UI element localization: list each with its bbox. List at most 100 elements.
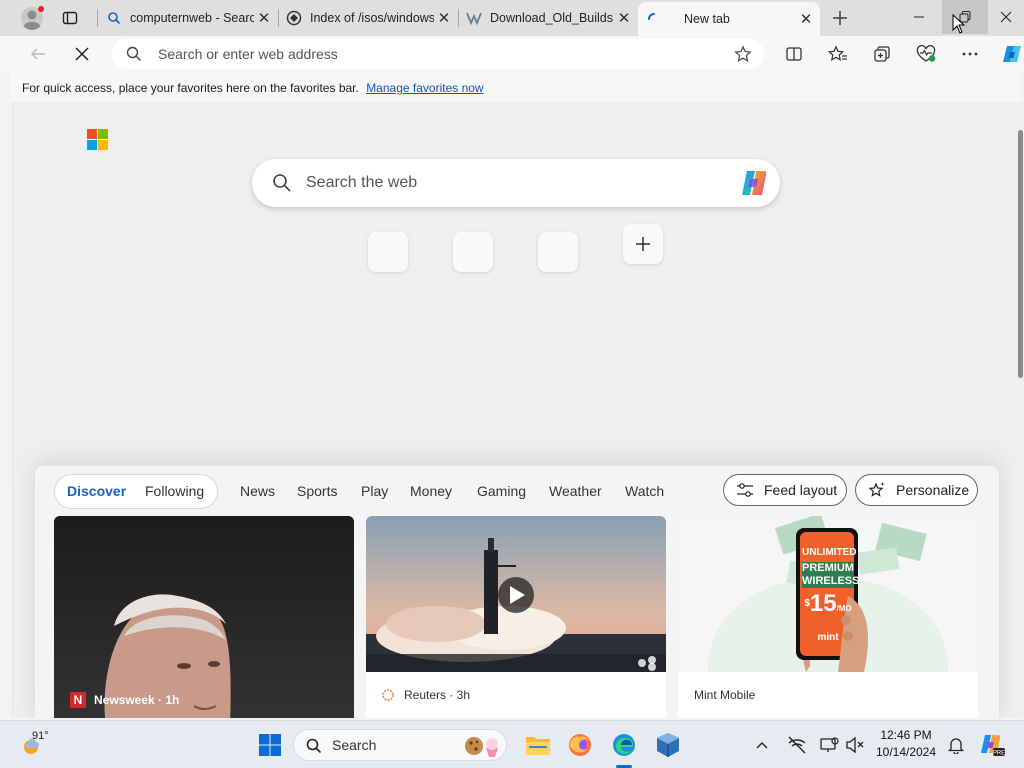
web-search-input[interactable] [306, 159, 726, 207]
profile-avatar-icon[interactable] [18, 4, 46, 32]
collections-icon[interactable] [868, 40, 896, 68]
stop-loading-icon[interactable] [68, 40, 96, 68]
feed-layout-button[interactable]: Feed layout [723, 474, 847, 506]
feed-tab-news[interactable]: News [240, 466, 275, 516]
search-icon [126, 46, 142, 62]
news-card-source: N Newsweek · 1h [70, 692, 179, 708]
add-favorite-star-icon[interactable] [734, 45, 752, 63]
news-card-image [54, 516, 354, 718]
browser-toolbar [0, 36, 1024, 72]
edge-browser-icon[interactable] [608, 729, 640, 768]
copilot-sidebar-icon[interactable] [998, 40, 1024, 68]
feed-tab-weather[interactable]: Weather [549, 466, 602, 516]
more-options-icon[interactable] [956, 40, 984, 68]
address-input[interactable] [158, 39, 718, 69]
network-disconnected-icon[interactable] [784, 729, 810, 761]
page-scrollbar[interactable] [1017, 102, 1024, 718]
tab-title: New tab [684, 12, 730, 26]
microsoft-logo-icon [87, 129, 108, 150]
display-project-icon[interactable] [816, 729, 842, 761]
title-bar: computernweb - Search ✕ Index of /isos/w… [0, 0, 1024, 36]
source-label: Newsweek · 1h [94, 693, 180, 707]
tab-title: Index of /isos/windows [310, 11, 434, 25]
system-clock[interactable]: 12:46 PM 10/14/2024 [868, 727, 944, 761]
winworld-favicon-icon [466, 10, 482, 26]
notifications-bell-icon[interactable] [944, 729, 968, 761]
svg-text:PRE: PRE [993, 751, 1005, 757]
source-label: Reuters · 3h [404, 688, 471, 702]
tab-search[interactable]: computernweb - Search ✕ [98, 4, 278, 32]
restore-window-icon[interactable] [942, 0, 988, 34]
file-explorer-icon[interactable] [522, 729, 554, 761]
personalize-button[interactable]: Personalize [855, 474, 978, 506]
feed-tab-play[interactable]: Play [361, 466, 388, 516]
ad-text-line: WIRELESS [802, 575, 860, 588]
feed-tab-sports[interactable]: Sports [297, 466, 337, 516]
weather-temp: 91° [32, 730, 49, 742]
new-tab-plus-icon[interactable] [826, 4, 854, 32]
source-label: Mint Mobile [694, 688, 756, 702]
close-tab-icon[interactable]: ✕ [796, 9, 816, 29]
scrollbar-thumb[interactable] [1018, 130, 1023, 378]
ad-text-line: UNLIMITED [802, 546, 857, 559]
copilot-icon[interactable] [738, 167, 770, 199]
feed-tab-money[interactable]: Money [410, 466, 452, 516]
add-quick-link-plus-icon[interactable] [623, 224, 663, 264]
sliders-icon [736, 482, 754, 498]
volume-muted-icon[interactable] [842, 729, 868, 761]
quick-link-tile[interactable] [368, 232, 408, 272]
news-card[interactable]: Reuters · 3h [366, 516, 666, 718]
clock-time: 12:46 PM [880, 728, 932, 742]
virtualbox-icon[interactable] [652, 729, 684, 761]
search-icon [306, 738, 322, 754]
browser-essentials-icon[interactable] [912, 40, 940, 68]
news-feed: Discover Following News Sports Play Mone… [35, 466, 999, 718]
clock-date: 10/14/2024 [875, 745, 937, 759]
tab-index-isos[interactable]: Index of /isos/windows ✕ [278, 4, 458, 32]
split-screen-icon[interactable] [780, 40, 808, 68]
feed-layout-label: Feed layout [764, 482, 838, 498]
windows-start-icon[interactable] [254, 729, 286, 761]
quick-link-tile[interactable] [538, 232, 578, 272]
feed-tab-following[interactable]: Following [145, 466, 204, 516]
feed-tab-discover[interactable]: Discover [67, 466, 126, 516]
news-card[interactable]: N Newsweek · 1h [54, 516, 354, 718]
manage-favorites-link[interactable]: Manage favorites now [366, 81, 483, 95]
back-arrow-icon[interactable] [24, 40, 52, 68]
close-window-icon[interactable] [988, 0, 1024, 34]
ad-price: 15 [809, 590, 837, 617]
search-favicon-icon [106, 10, 122, 26]
tab-download-old-builds[interactable]: Download_Old_Builds ✕ [458, 4, 638, 32]
news-card-image [366, 516, 666, 672]
favorites-icon[interactable] [824, 40, 852, 68]
quick-link-tile[interactable] [453, 232, 493, 272]
ad-card[interactable]: UNLIMITED PREMIUM WIRELESS $15/MO mint M… [678, 516, 978, 718]
ad-text-line: PREMIUM [802, 562, 854, 575]
mouse-cursor-icon [952, 14, 966, 34]
address-bar[interactable] [112, 39, 764, 69]
taskbar-search[interactable]: Search [293, 729, 507, 761]
news-card-source: Reuters · 3h [382, 688, 470, 702]
minimize-icon[interactable] [896, 0, 942, 34]
web-search-box[interactable] [252, 159, 780, 207]
search-icon [272, 173, 292, 193]
close-tab-icon[interactable]: ✕ [614, 8, 634, 28]
favorites-bar: For quick access, place your favorites h… [10, 72, 1020, 102]
close-tab-icon[interactable]: ✕ [254, 8, 274, 28]
close-tab-icon[interactable]: ✕ [434, 8, 454, 28]
feed-tab-gaming[interactable]: Gaming [477, 466, 526, 516]
windows-taskbar: 91° Search 12:46 PM 10/14/2024 PRE [0, 720, 1024, 768]
show-hidden-icons-chevron-icon[interactable] [750, 729, 774, 761]
feed-nav: Discover Following News Sports Play Mone… [35, 466, 999, 516]
ad-card-source: Mint Mobile [694, 688, 755, 702]
cookie-highlight-icon [464, 734, 500, 758]
tab-actions-menu-icon[interactable] [56, 6, 84, 30]
tab-new-tab[interactable]: New tab ✕ [638, 2, 820, 36]
firefox-icon[interactable] [564, 729, 596, 761]
feed-tab-watch[interactable]: Watch [625, 466, 664, 516]
personalize-label: Personalize [896, 482, 970, 498]
copilot-taskbar-icon[interactable]: PRE [976, 729, 1008, 761]
loading-spinner-icon [646, 11, 662, 27]
new-tab-page: Discover Following News Sports Play Mone… [12, 102, 1018, 718]
newsweek-logo-icon: N [70, 692, 86, 708]
